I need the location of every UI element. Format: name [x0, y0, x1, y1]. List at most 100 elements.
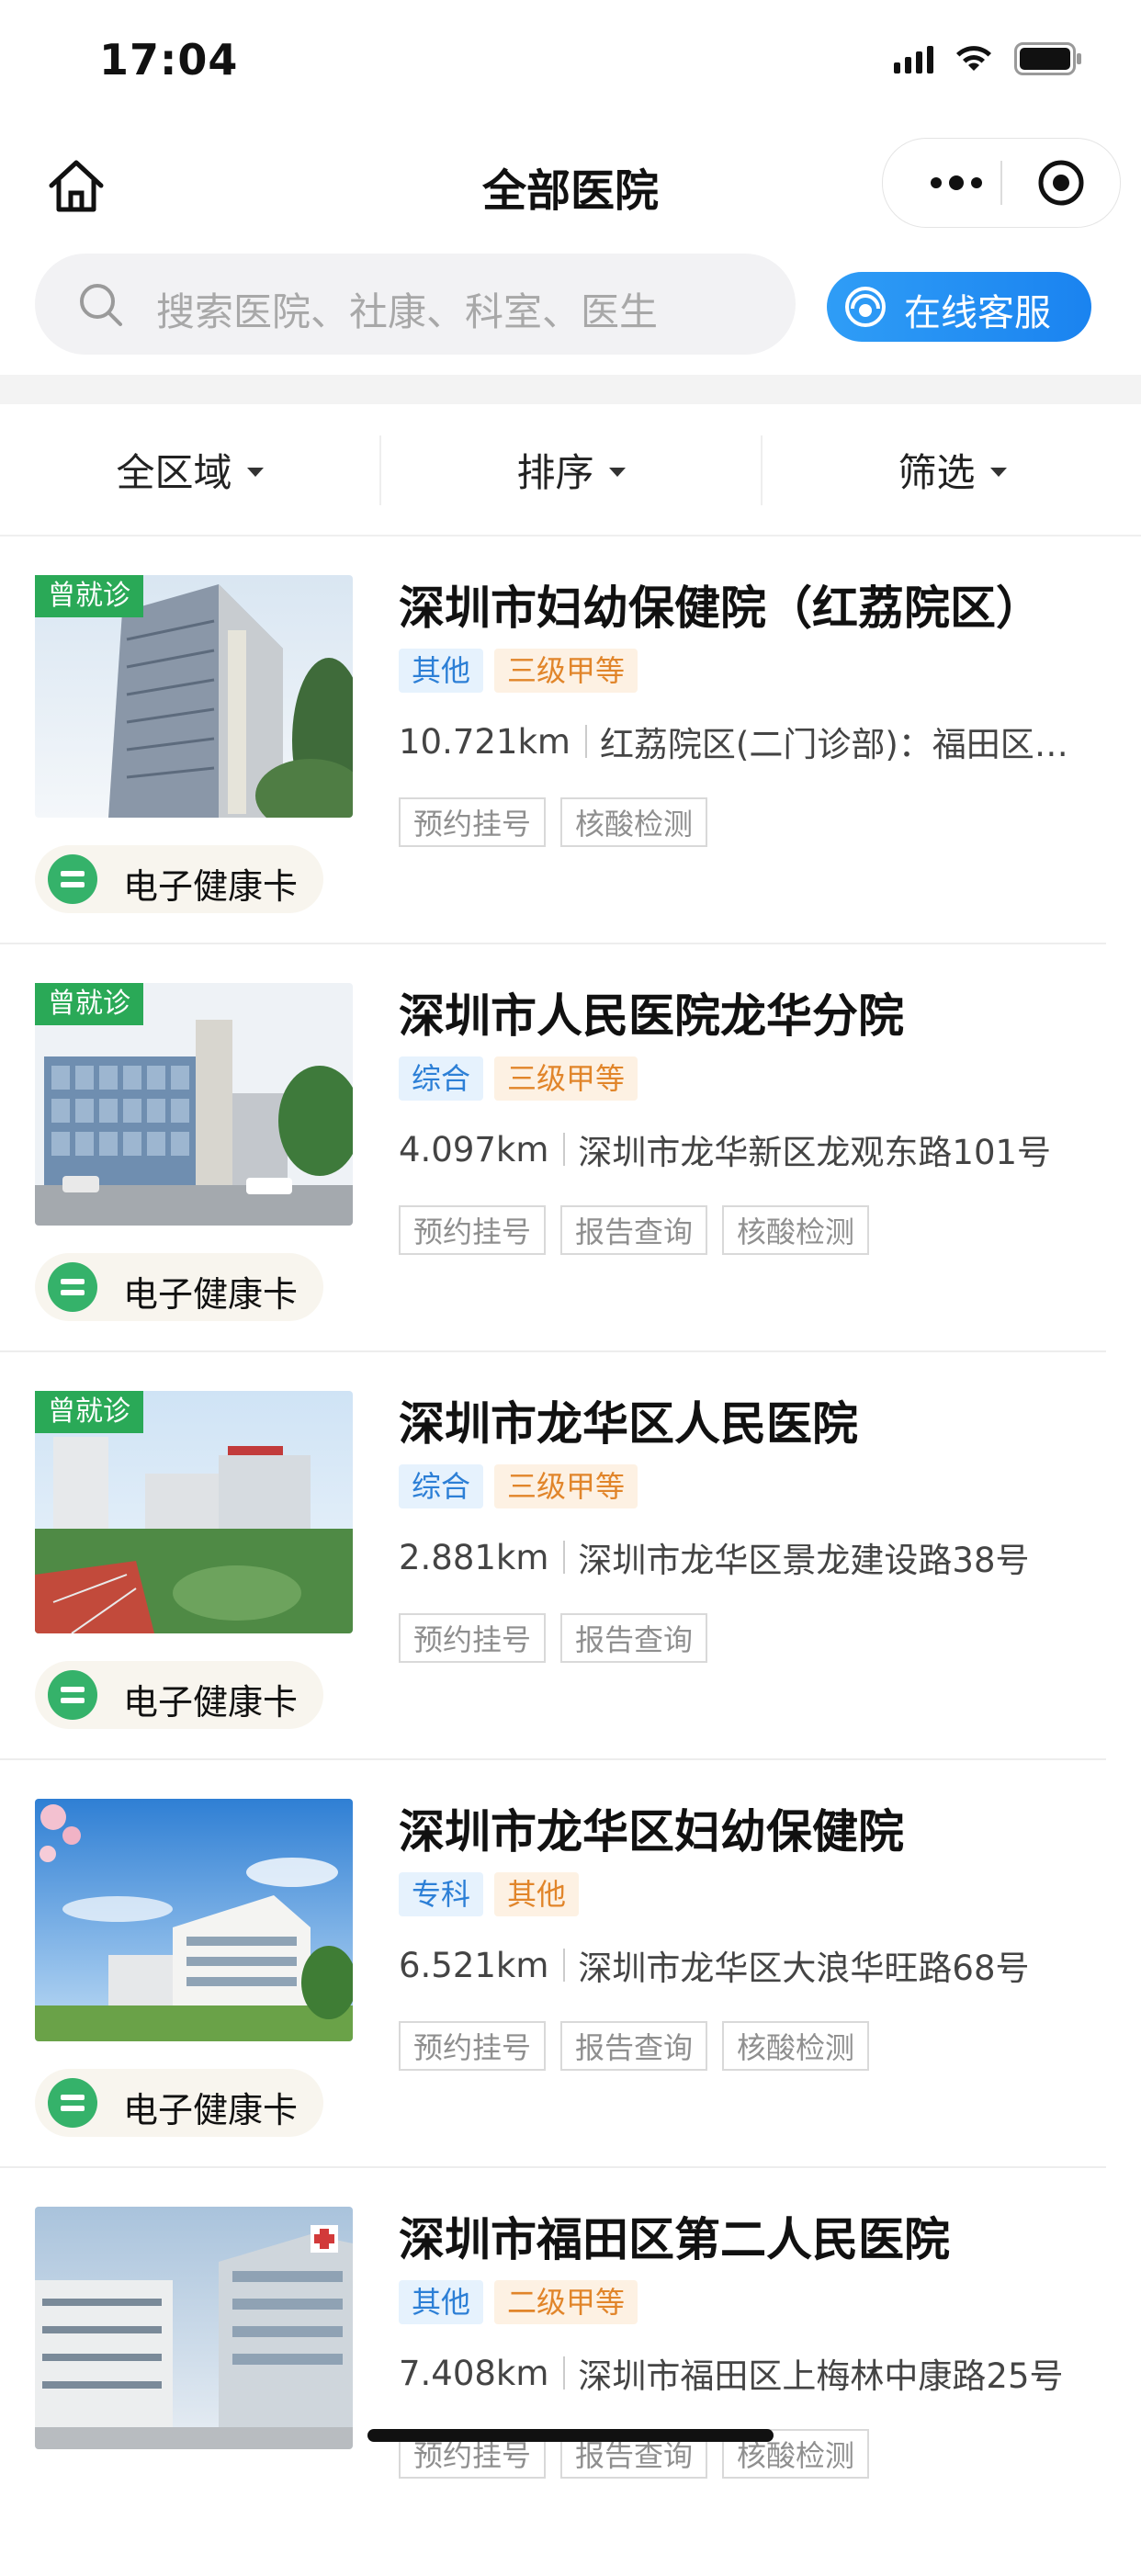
filter-region[interactable]: 全区域: [0, 404, 379, 535]
service-tag[interactable]: 预约挂号: [399, 797, 547, 847]
visited-badge: 曾就诊: [35, 1391, 143, 1433]
service-tag[interactable]: 核酸检测: [560, 797, 708, 847]
distance: 7.408km: [399, 2353, 549, 2393]
service-tag[interactable]: 报告查询: [560, 2021, 708, 2071]
distance-address-row: 6.521km 深圳市龙华区大浪华旺路68号: [399, 1940, 1097, 1990]
distance-address-row: 4.097km 深圳市龙华新区龙观东路101号: [399, 1124, 1097, 1174]
hospital-grade-tag: 三级甲等: [494, 1056, 638, 1101]
service-list: 预约挂号 核酸检测: [399, 797, 708, 847]
caret-down-icon: [246, 468, 264, 477]
address: 红荔院区(二门诊部)：福田区红荔路2002号: [599, 725, 1097, 764]
hospital-grade-tag: 其他: [494, 1872, 580, 1916]
navigation-bar: 全部医院: [0, 129, 1141, 239]
health-card-button[interactable]: 电子健康卡: [35, 1253, 323, 1321]
visited-badge: 曾就诊: [35, 983, 143, 1025]
status-time: 17:04: [99, 35, 239, 85]
health-card-label: 电子健康卡: [123, 2090, 299, 2130]
service-tag[interactable]: 预约挂号: [399, 2021, 547, 2071]
caret-down-icon: [608, 468, 626, 477]
distance-divider: [584, 725, 587, 758]
distance-divider: [563, 1541, 566, 1574]
hospital-type-tag: 其他: [399, 649, 484, 693]
health-card-button[interactable]: 电子健康卡: [35, 845, 323, 913]
hospital-tags: 其他 二级甲等: [399, 2280, 638, 2324]
hospital-tags: 专科 其他: [399, 1872, 580, 1916]
distance-divider: [563, 2356, 566, 2390]
hospital-card[interactable]: 曾就诊 电子健康卡 深圳市人民医院龙华分院 综合 三级甲等 4.097km 深圳…: [0, 944, 1141, 1352]
hospital-name[interactable]: 深圳市福田区第二人民医院: [399, 2203, 1115, 2269]
hospital-type-tag: 其他: [399, 2280, 484, 2324]
service-tag[interactable]: 预约挂号: [399, 1613, 547, 1663]
caret-down-icon: [989, 468, 1007, 477]
service-tag[interactable]: 报告查询: [560, 1205, 708, 1255]
distance-divider: [563, 1949, 566, 1982]
hospital-card[interactable]: 电子健康卡 深圳市龙华区妇幼保健院 专科 其他 6.521km 深圳市龙华区大浪…: [0, 1760, 1141, 2168]
service-tag[interactable]: 核酸检测: [722, 1205, 870, 1255]
distance: 2.881km: [399, 1537, 549, 1577]
hospital-card[interactable]: 深圳市福田区第二人民医院 其他 二级甲等 7.408km 深圳市福田区上梅林中康…: [0, 2168, 1141, 2576]
hospital-card[interactable]: 曾就诊 电子健康卡 深圳市龙华区人民医院 综合 三级甲等 2.881km 深圳市…: [0, 1352, 1141, 1760]
search-input[interactable]: 搜索医院、社康、科室、医生: [35, 254, 796, 355]
health-card-label: 电子健康卡: [123, 866, 299, 907]
health-card-icon: [48, 2078, 97, 2128]
distance: 10.721km: [399, 721, 570, 762]
filter-sort[interactable]: 排序: [381, 404, 761, 535]
distance-divider: [563, 1133, 566, 1166]
filter-region-label: 全区域: [116, 449, 232, 495]
online-service-button[interactable]: 在线客服: [827, 272, 1091, 342]
hospital-name[interactable]: 深圳市龙华区妇幼保健院: [399, 1795, 1115, 1861]
health-card-label: 电子健康卡: [123, 1682, 299, 1723]
search-icon: [77, 281, 125, 329]
distance: 4.097km: [399, 1129, 549, 1169]
filter-screen-label: 筛选: [898, 449, 976, 495]
service-tag[interactable]: 核酸检测: [722, 2021, 870, 2071]
section-divider: [0, 375, 1141, 404]
wifi-icon: [954, 43, 994, 74]
mini-program-capsule: [882, 138, 1121, 228]
hospital-name[interactable]: 深圳市人民医院龙华分院: [399, 979, 1115, 1045]
hospital-name[interactable]: 深圳市龙华区人民医院: [399, 1387, 1115, 1453]
filter-screen[interactable]: 筛选: [763, 404, 1141, 535]
filter-bar: 全区域 排序 筛选: [0, 404, 1141, 537]
hospital-grade-tag: 三级甲等: [494, 1464, 638, 1508]
hospital-type-tag: 综合: [399, 1056, 484, 1101]
hospital-tags: 综合 三级甲等: [399, 1056, 638, 1101]
battery-icon: [1014, 42, 1084, 75]
distance-address-row: 7.408km 深圳市福田区上梅林中康路25号: [399, 2348, 1097, 2398]
hospital-grade-tag: 二级甲等: [494, 2280, 638, 2324]
service-list: 预约挂号 报告查询: [399, 1613, 708, 1663]
close-target-icon[interactable]: [1037, 159, 1085, 207]
hospital-photo: [35, 1799, 353, 2041]
cellular-signal-icon: [894, 44, 933, 73]
home-indicator: [367, 2429, 774, 2442]
hospital-type-tag: 专科: [399, 1872, 484, 1916]
hospital-grade-tag: 三级甲等: [494, 649, 638, 693]
service-tag[interactable]: 预约挂号: [399, 1205, 547, 1255]
hospital-name[interactable]: 深圳市妇幼保健院（红荔院区）: [399, 571, 1115, 638]
hospital-type-tag: 综合: [399, 1464, 484, 1508]
headset-icon: [843, 285, 887, 329]
more-icon[interactable]: [920, 157, 993, 209]
health-card-icon: [48, 1262, 97, 1312]
online-service-label: 在线客服: [904, 292, 1051, 334]
hospital-photo: [35, 2207, 353, 2449]
capsule-divider: [1000, 161, 1002, 205]
address: 深圳市龙华区大浪华旺路68号: [578, 1949, 1030, 1988]
address: 深圳市福田区上梅林中康路25号: [578, 2356, 1064, 2396]
visited-badge: 曾就诊: [35, 575, 143, 617]
service-list: 预约挂号 报告查询 核酸检测: [399, 2021, 870, 2071]
service-tag[interactable]: 报告查询: [560, 1613, 708, 1663]
distance-address-row: 10.721km 红荔院区(二门诊部)：福田区红荔路2002号: [399, 717, 1097, 766]
hospital-card[interactable]: 曾就诊 电子健康卡 深圳市妇幼保健院（红荔院区） 其他 三级甲等 10.721k…: [0, 537, 1141, 944]
distance: 6.521km: [399, 1945, 549, 1985]
health-card-icon: [48, 854, 97, 904]
health-card-button[interactable]: 电子健康卡: [35, 1661, 323, 1729]
health-card-button[interactable]: 电子健康卡: [35, 2069, 323, 2137]
health-card-icon: [48, 1670, 97, 1720]
distance-address-row: 2.881km 深圳市龙华区景龙建设路38号: [399, 1532, 1097, 1582]
search-placeholder: 搜索医院、社康、科室、医生: [156, 289, 659, 334]
address: 深圳市龙华新区龙观东路101号: [578, 1133, 1052, 1172]
status-bar: 17:04: [0, 0, 1141, 119]
health-card-label: 电子健康卡: [123, 1274, 299, 1315]
hospital-tags: 其他 三级甲等: [399, 649, 638, 693]
